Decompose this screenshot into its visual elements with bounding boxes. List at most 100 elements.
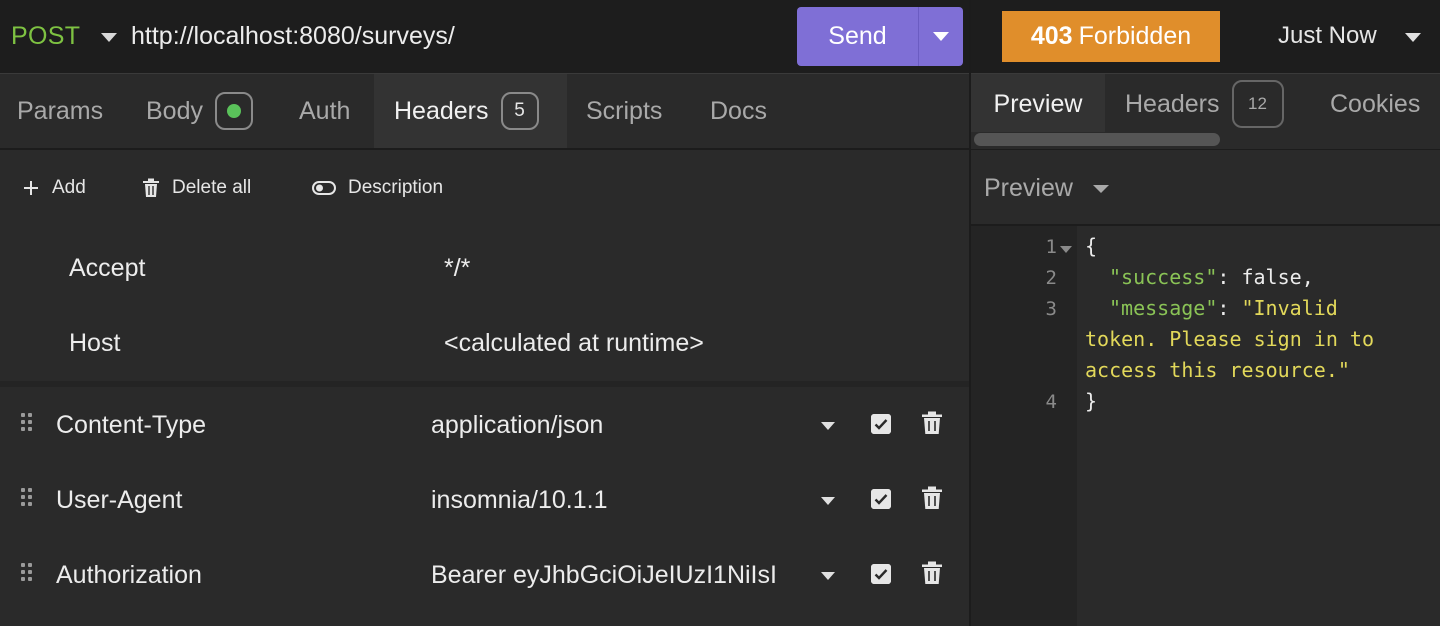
status-text: Forbidden	[1078, 22, 1192, 50]
line-number: 1	[1045, 236, 1057, 258]
response-status-bar: 403 Forbidden Just Now	[971, 0, 1440, 74]
code-line: {	[1085, 234, 1098, 258]
request-tabs: Params Body Auth Headers 5 Scripts Docs	[0, 74, 970, 150]
status-badge: 403 Forbidden	[1002, 11, 1220, 62]
tab-params[interactable]: Params	[17, 74, 103, 148]
json-key: "success"	[1109, 265, 1218, 289]
tab-preview-label: Preview	[993, 89, 1083, 118]
tab-response-preview[interactable]: Preview	[971, 74, 1105, 134]
default-header-name: Host	[69, 329, 121, 357]
scrollbar-thumb[interactable]	[974, 133, 1220, 146]
header-row: Authorization Bearer eyJhbGciOiJeIUzI1Ni…	[0, 537, 970, 612]
header-name-input[interactable]: Content-Type	[56, 411, 206, 440]
preview-mode-bar: Preview	[971, 150, 1440, 226]
method-selector[interactable]: POST	[11, 22, 80, 51]
response-tabs: Preview Headers 12 Cookies	[971, 74, 1440, 150]
code-line: "message": "Invalid	[1109, 296, 1338, 320]
custom-headers-list: Content-Type application/json User-Agent…	[0, 387, 970, 626]
default-header-row: Accept */*	[0, 226, 970, 301]
tab-docs[interactable]: Docs	[710, 74, 767, 148]
tab-cookies-label: Cookies	[1330, 89, 1421, 118]
line-number: 4	[1045, 391, 1057, 413]
line-number: 2	[1045, 267, 1057, 289]
tab-headers[interactable]: Headers 5	[374, 74, 567, 148]
value-options-chevron-down-icon[interactable]	[821, 572, 835, 580]
header-name-input[interactable]: User-Agent	[56, 486, 182, 515]
default-header-value: <calculated at runtime>	[444, 329, 704, 357]
header-value-input[interactable]: application/json	[431, 411, 803, 440]
trash-icon	[143, 178, 159, 197]
value-options-chevron-down-icon[interactable]	[821, 422, 835, 430]
default-header-value: */*	[444, 254, 471, 282]
enable-checkbox[interactable]	[871, 564, 891, 584]
headers-toolbar: Add Delete all Description	[0, 150, 970, 226]
tab-response-headers-label: Headers	[1125, 89, 1220, 118]
add-header-button[interactable]: Add	[22, 150, 86, 226]
delete-all-label: Delete all	[172, 177, 252, 198]
tab-docs-label: Docs	[710, 96, 767, 125]
tab-scripts[interactable]: Scripts	[586, 74, 662, 148]
drag-handle-icon[interactable]	[21, 563, 33, 583]
header-value-input[interactable]: Bearer eyJhbGciOiJeIUzI1NiIsI	[431, 561, 803, 590]
delete-header-trash-icon[interactable]	[921, 411, 943, 435]
json-string: "Invalid	[1241, 296, 1338, 320]
value-options-chevron-down-icon[interactable]	[821, 497, 835, 505]
send-options-chevron-down-icon[interactable]	[919, 7, 963, 66]
drag-handle-icon[interactable]	[21, 488, 33, 508]
default-header-row: Host <calculated at runtime>	[0, 301, 970, 376]
drag-handle-icon[interactable]	[21, 413, 33, 433]
json-value: false	[1241, 265, 1302, 289]
tab-params-label: Params	[17, 96, 104, 125]
description-label: Description	[348, 177, 444, 198]
code-line-wrap: token. Please sign in to	[1085, 327, 1374, 351]
url-input[interactable]: http://localhost:8080/surveys/	[131, 22, 455, 51]
default-header-name: Accept	[69, 254, 146, 282]
toggle-icon	[312, 181, 336, 195]
tab-auth-label: Auth	[299, 96, 351, 125]
request-pane: POST http://localhost:8080/surveys/ Send…	[0, 0, 970, 626]
method-chevron-down-icon[interactable]	[101, 33, 117, 42]
code-line: "success": false,	[1109, 265, 1314, 289]
tab-scripts-label: Scripts	[586, 96, 663, 125]
line-number-gutter: 1 2 3 4	[971, 226, 1077, 626]
tab-response-cookies[interactable]: Cookies	[1330, 74, 1420, 134]
history-chevron-down-icon[interactable]	[1405, 33, 1421, 42]
tab-body-label: Body	[146, 96, 203, 125]
header-value-input[interactable]: insomnia/10.1.1	[431, 486, 803, 515]
headers-count-badge: 5	[500, 92, 539, 130]
json-key: "message"	[1109, 296, 1218, 320]
header-name-input[interactable]: Authorization	[56, 561, 202, 590]
send-button-group: Send	[797, 7, 963, 66]
tab-body[interactable]: Body	[146, 74, 253, 148]
code-line-wrap: access this resource."	[1085, 358, 1350, 382]
description-toggle[interactable]: Description	[312, 150, 443, 226]
preview-mode-selector[interactable]: Preview	[984, 174, 1073, 203]
header-row: User-Agent insomnia/10.1.1	[0, 462, 970, 537]
response-time-selector[interactable]: Just Now	[1278, 22, 1377, 50]
url-bar: POST http://localhost:8080/surveys/ Send	[0, 0, 970, 74]
status-code: 403	[1030, 22, 1073, 50]
line-number: 3	[1045, 298, 1057, 320]
tab-auth[interactable]: Auth	[299, 74, 350, 148]
tab-response-headers[interactable]: Headers 12	[1125, 74, 1284, 134]
delete-header-trash-icon[interactable]	[921, 486, 943, 510]
preview-mode-chevron-down-icon[interactable]	[1093, 185, 1109, 193]
add-label: Add	[52, 177, 86, 198]
response-headers-count-badge: 12	[1231, 80, 1284, 128]
send-button[interactable]: Send	[797, 7, 919, 66]
delete-all-button[interactable]: Delete all	[142, 150, 251, 226]
insomnia-app: POST http://localhost:8080/surveys/ Send…	[0, 0, 1440, 626]
response-pane: 403 Forbidden Just Now Preview Headers 1…	[971, 0, 1440, 626]
default-headers-list: Accept */* Host <calculated at runtime>	[0, 226, 970, 381]
delete-header-trash-icon[interactable]	[921, 561, 943, 585]
header-row: Content-Type application/json	[0, 387, 970, 462]
tab-headers-label: Headers	[394, 96, 489, 125]
response-body-viewer: 1 2 3 4 { "success": false, "message": "…	[971, 226, 1440, 626]
enable-checkbox[interactable]	[871, 489, 891, 509]
enable-checkbox[interactable]	[871, 414, 891, 434]
fold-chevron-down-icon[interactable]	[1060, 246, 1072, 253]
status-dot-icon	[226, 104, 241, 118]
code-line: }	[1085, 389, 1098, 413]
plus-icon	[24, 181, 38, 195]
tabs-scrollbar[interactable]	[971, 132, 1440, 148]
